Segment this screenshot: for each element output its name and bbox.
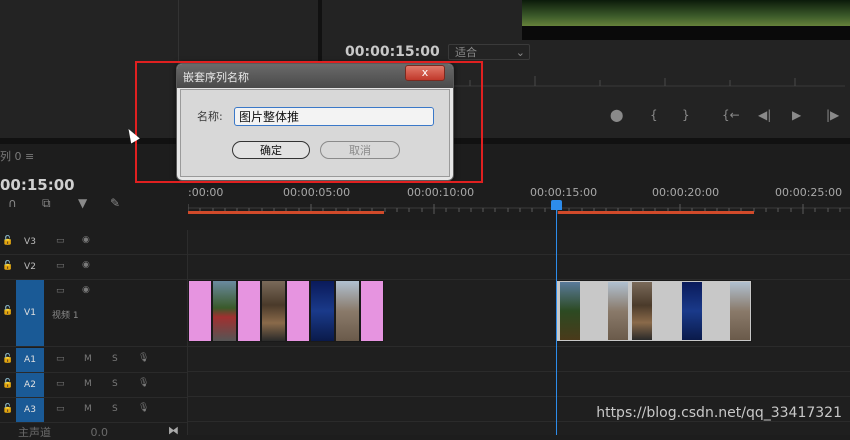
add-marker-icon[interactable]: ▼	[78, 196, 87, 210]
work-area-bar[interactable]	[558, 211, 754, 214]
chevron-down-icon: ⌄	[515, 46, 525, 59]
timeline-tools: ∩ ⧉ ▼ ✎	[0, 196, 187, 214]
lane-divider	[188, 254, 850, 255]
step-forward-icon[interactable]: |▶	[826, 108, 839, 122]
track-header-a1: 🔓 A1 ▭ M S 🎙	[0, 348, 187, 373]
clip-thumbnail	[682, 282, 702, 340]
mark-out-icon[interactable]: {	[650, 108, 658, 122]
solo-toggle[interactable]: S	[112, 404, 118, 414]
lock-icon[interactable]: 🔓	[2, 354, 13, 364]
microphone-icon[interactable]: 🎙	[138, 378, 149, 388]
speaker-icon[interactable]: ▭	[56, 354, 65, 364]
snap-icon[interactable]: ∩	[8, 196, 17, 210]
lane-divider	[188, 421, 850, 422]
track-name[interactable]: V2	[16, 261, 44, 273]
mute-toggle[interactable]: M	[84, 354, 92, 364]
eye-icon[interactable]: ◉	[82, 285, 90, 295]
track-header-v1: 🔓 V1 ▭ ◉ 视频 1	[0, 280, 187, 347]
eye-icon[interactable]: ◉	[82, 235, 90, 245]
video-clip[interactable]	[261, 280, 286, 342]
step-back-icon[interactable]: ◀|	[758, 108, 771, 122]
ruler-label: 00:00:20:00	[652, 186, 720, 199]
solo-toggle[interactable]: S	[112, 354, 118, 364]
timeline-timecode[interactable]: 00:15:00	[0, 176, 75, 194]
track-name[interactable]: A1	[16, 348, 44, 372]
track-header-v2: 🔓 V2 ▭ ◉	[0, 255, 187, 280]
program-timecode[interactable]: 00:00:15:00	[345, 44, 440, 60]
lock-icon[interactable]: 🔓	[2, 261, 13, 271]
go-to-in-icon[interactable]: {←	[722, 108, 740, 122]
speaker-icon[interactable]: ▭	[56, 379, 65, 389]
track-name[interactable]: V1	[16, 280, 44, 346]
ruler-label: 00:00:15:00	[530, 186, 598, 199]
mute-toggle[interactable]: M	[84, 379, 92, 389]
track-name[interactable]: A3	[16, 398, 44, 422]
ruler-label: 00:00:25:00	[775, 186, 843, 199]
track-name[interactable]: V3	[16, 236, 44, 248]
film-icon[interactable]: ▭	[56, 261, 65, 271]
video-clip[interactable]	[360, 280, 384, 342]
clear-marks-icon[interactable]: }	[682, 108, 690, 122]
mark-in-icon[interactable]: ⬤	[610, 108, 623, 122]
microphone-icon[interactable]: 🎙	[138, 353, 149, 363]
video-clip[interactable]	[335, 280, 360, 342]
fit-select[interactable]: 适合 ⌄	[448, 44, 530, 60]
annotation-highlight-box	[135, 61, 483, 183]
track-header-a2: 🔓 A2 ▭ M S 🎙	[0, 373, 187, 398]
video-clip[interactable]	[212, 280, 237, 342]
track-header-a3: 🔓 A3 ▭ M S 🎙	[0, 398, 187, 423]
lock-icon[interactable]: 🔓	[2, 379, 13, 389]
watermark: https://blog.csdn.net/qq_33417321	[596, 405, 842, 421]
eye-icon[interactable]: ◉	[82, 260, 90, 270]
video-clip[interactable]	[188, 280, 212, 342]
transport-controls: ⬤ { } {← ◀| ▶ |▶	[600, 108, 845, 126]
playhead-handle[interactable]	[551, 200, 562, 210]
video-clip[interactable]	[286, 280, 310, 342]
film-icon[interactable]: ▭	[56, 236, 65, 246]
lane-divider	[188, 396, 850, 397]
ruler-label: 00:00:10:00	[407, 186, 475, 199]
track-headers: 🔓 V3 ▭ ◉ 🔓 V2 ▭ ◉ 🔓 V1 ▭ ◉ 视频 1 🔓 A1 ▭ M…	[0, 230, 188, 435]
nested-sequence-clip[interactable]	[556, 280, 752, 342]
lane-divider	[188, 371, 850, 372]
video-clip[interactable]	[310, 280, 335, 342]
work-area-bar[interactable]	[188, 211, 384, 214]
timeline-tab[interactable]: 列 0 ≡	[0, 148, 34, 164]
lane-divider	[188, 346, 850, 347]
fit-select-value: 适合	[455, 46, 477, 59]
lock-icon[interactable]: 🔓	[2, 236, 13, 246]
bowtie-icon[interactable]: ⧓	[168, 424, 179, 437]
solo-toggle[interactable]: S	[112, 379, 118, 389]
clip-thumbnail	[632, 282, 652, 340]
clip-thumbnail	[730, 282, 750, 340]
wrench-icon[interactable]: ✎	[110, 196, 120, 210]
master-value[interactable]: 0.0	[91, 426, 109, 439]
ruler-label: :00:00	[188, 186, 224, 199]
lock-icon[interactable]: 🔓	[2, 306, 13, 316]
master-track-label: 主声道 0.0	[18, 424, 108, 440]
track-label: 视频 1	[52, 311, 79, 321]
microphone-icon[interactable]: 🎙	[138, 403, 149, 413]
track-name[interactable]: A2	[16, 373, 44, 397]
clip-thumbnail	[608, 282, 628, 340]
playhead-line[interactable]	[556, 210, 557, 435]
video-clip[interactable]	[237, 280, 261, 342]
film-icon[interactable]: ▭	[56, 286, 65, 296]
lock-icon[interactable]: 🔓	[2, 404, 13, 414]
ruler-label: 00:00:05:00	[283, 186, 351, 199]
track-header-v3: 🔓 V3 ▭ ◉	[0, 230, 187, 255]
video-preview-letterbox	[522, 26, 850, 40]
play-icon[interactable]: ▶	[792, 108, 801, 122]
clip-thumbnail	[560, 282, 580, 340]
master-label: 主声道	[18, 426, 51, 439]
linked-selection-icon[interactable]: ⧉	[42, 196, 51, 211]
mute-toggle[interactable]: M	[84, 404, 92, 414]
speaker-icon[interactable]: ▭	[56, 404, 65, 414]
